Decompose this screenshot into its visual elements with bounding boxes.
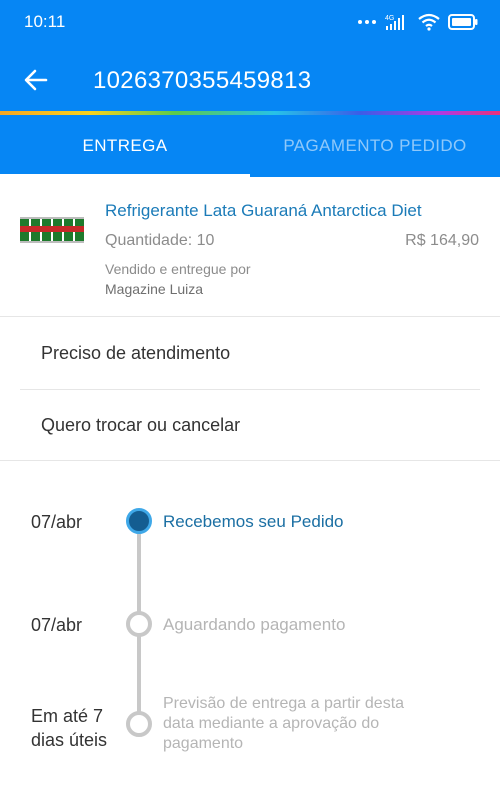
tab-bar: ENTREGA PAGAMENTO PEDIDO xyxy=(0,115,500,177)
product-thumbnail xyxy=(20,217,84,243)
timeline-date: 07/abr xyxy=(31,615,83,635)
timeline-step-label: Aguardando pagamento xyxy=(163,615,346,634)
tab-entrega-label: ENTREGA xyxy=(82,136,168,155)
timeline-step-description: Previsão de entrega a partir desta data … xyxy=(163,694,404,754)
timeline-text-line: Previsão de entrega a partir desta xyxy=(163,695,405,712)
product-quantity: Quantidade: 10 xyxy=(105,232,215,249)
network-type-label: 4G xyxy=(385,15,394,22)
back-button[interactable] xyxy=(20,64,52,96)
timeline-connector xyxy=(137,523,141,615)
timeline-date-line: Em até 7 xyxy=(31,706,104,726)
menu-item-label: Quero trocar ou cancelar xyxy=(41,415,241,435)
order-actions-menu: Preciso de atendimento Quero trocar ou c… xyxy=(0,318,500,461)
battery-icon xyxy=(448,14,478,30)
menu-item-label: Preciso de atendimento xyxy=(41,343,231,363)
timeline-step-label: Recebemos seu Pedido xyxy=(163,512,344,531)
wifi-icon xyxy=(418,13,440,31)
app-bar: 1026370355459813 xyxy=(0,50,500,110)
header: 10:11 4G 1026370355459813 ENTREGA PAGAME… xyxy=(0,0,500,177)
order-number-title: 1026370355459813 xyxy=(93,67,312,94)
timeline-date: Em até 7 dias úteis xyxy=(31,704,107,752)
menu-item-preciso-atendimento[interactable]: Preciso de atendimento xyxy=(0,318,500,389)
seller-name: Magazine Luiza xyxy=(105,281,204,297)
timeline-dot-completed xyxy=(126,508,152,534)
timeline-dot-pending xyxy=(126,711,152,737)
product-card[interactable]: Refrigerante Lata Guaraná Antarctica Die… xyxy=(0,177,500,317)
status-icons: 4G xyxy=(358,11,478,33)
cellular-signal-icon: 4G xyxy=(385,15,404,30)
timeline-date: 07/abr xyxy=(31,512,83,532)
arrow-left-icon xyxy=(24,69,48,91)
timeline-text-line: data mediante a aprovação do xyxy=(163,715,380,732)
product-price: R$ 164,90 xyxy=(405,232,479,249)
timeline-date-line: dias úteis xyxy=(31,730,108,750)
tab-entrega[interactable]: ENTREGA xyxy=(0,115,250,177)
status-time: 10:11 xyxy=(24,12,66,31)
timeline-dot-pending xyxy=(126,611,152,637)
tab-pagamento-pedido[interactable]: PAGAMENTO PEDIDO xyxy=(250,115,500,177)
tab-pagamento-label: PAGAMENTO PEDIDO xyxy=(283,136,467,155)
seller-label: Vendido e entregue por xyxy=(105,261,251,277)
status-bar: 10:11 4G xyxy=(0,0,500,44)
menu-item-trocar-cancelar[interactable]: Quero trocar ou cancelar xyxy=(0,390,500,461)
product-name-link[interactable]: Refrigerante Lata Guaraná Antarctica Die… xyxy=(105,201,422,221)
timeline-text-line: pagamento xyxy=(163,735,244,752)
delivery-timeline: 07/abr Recebemos seu Pedido 07/abr Aguar… xyxy=(0,461,500,785)
more-dots-icon xyxy=(358,20,376,24)
